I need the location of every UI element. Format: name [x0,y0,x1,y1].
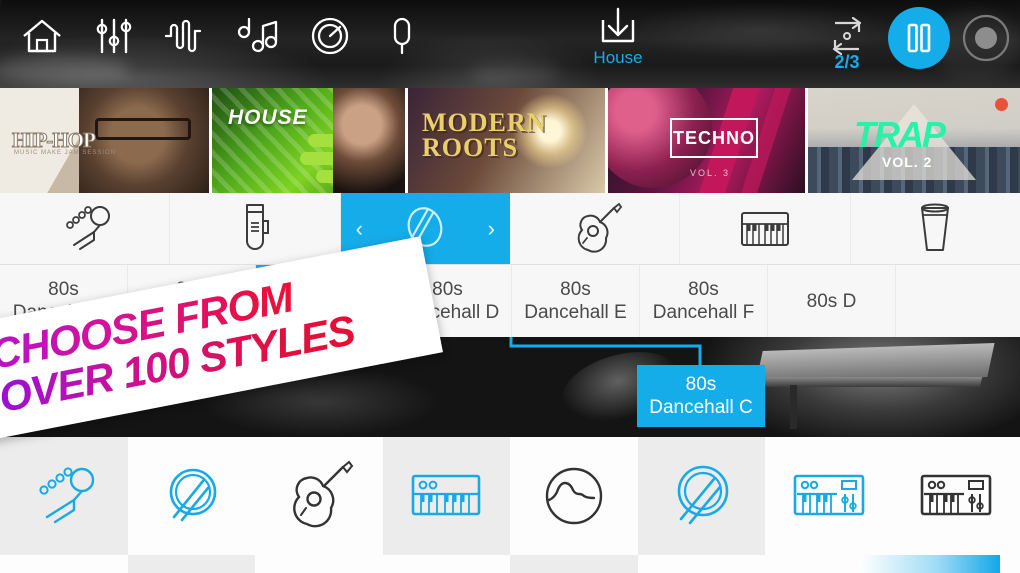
genre-card-title: TRAP [854,114,946,155]
grid-cell[interactable] [382,555,510,573]
style-line2: Dancehall E [524,302,627,323]
callout-line2: Dancehall C [649,397,753,418]
knob-dial-icon[interactable] [294,0,366,72]
conga-drum-icon [921,203,950,251]
pause-button[interactable] [888,7,950,69]
loop-button[interactable]: 2/3 [814,5,880,71]
style-line1: 80s [560,279,591,300]
waveform-icon[interactable] [150,0,222,72]
toolbar-smear [470,62,560,84]
loop-repeat-icon [832,17,862,55]
save-button[interactable]: House [580,4,656,68]
style-line1: 80s [432,279,463,300]
genre-card-volume: VOL. 2 [882,154,933,170]
grid-cell[interactable] [0,555,128,573]
instrument-tab-acoustic-guitar[interactable] [510,193,681,264]
microphone-icon[interactable] [366,0,438,72]
record-button[interactable] [958,10,1014,66]
scroll-indicator-gradient[interactable] [860,555,1000,573]
download-icon [601,7,635,43]
toolbar-nav-icons [6,0,438,72]
grid-cell-keyboard[interactable] [382,437,510,555]
bass-guitar-icon [65,205,110,250]
next-instrument-chevron-icon[interactable]: › [488,217,495,240]
genre-card-title: HOUSE [228,106,308,129]
style-item[interactable]: 80s Dancehall E [512,265,640,337]
keyboard-organ-icon [740,211,789,246]
home-icon[interactable] [6,0,78,72]
grid-cell-synth-faders[interactable] [765,437,893,555]
genre-card-techno[interactable]: TECHNO VOL. 3 [608,88,808,193]
genre-art [79,88,209,193]
genre-card-title: TECHNO [673,127,755,148]
genre-carousel[interactable]: HIP-HOP MUSIC MAKE JAM SESSION HOUSE MOD… [0,88,1020,193]
synth-faders-icon [920,474,992,516]
synth-faders-icon [793,474,865,516]
tuba-brass-icon [245,203,269,250]
icon-grid-row [0,437,1020,555]
style-item-partial[interactable]: 80s D [768,265,896,337]
instrument-tab-keyboard-organ[interactable] [680,193,851,264]
callout-line1: 80s [685,374,717,395]
loop-count-label: 2/3 [834,52,860,72]
new-badge-dot [995,98,1008,111]
instrument-icon-grid [0,437,1020,573]
toolbar-transport-controls: 2/3 [814,0,1014,76]
grid-cell[interactable] [255,555,383,573]
genre-card-trap[interactable]: TRAP VOL. 2 [808,88,1020,193]
genre-card-title-box: TECHNO [670,118,758,158]
grid-cell[interactable] [510,555,638,573]
grid-cell[interactable] [637,555,765,573]
mixer-faders-icon[interactable] [78,0,150,72]
pause-icon [907,23,931,53]
top-toolbar: House 2/3 [0,0,1020,88]
prev-instrument-chevron-icon[interactable]: ‹ [356,217,363,240]
genre-card-modern-roots[interactable]: MODERN ROOTS [408,88,608,193]
acoustic-guitar-icon [292,460,354,528]
acoustic-guitar-icon [577,202,622,253]
genre-card-volume: VOL. 3 [690,168,731,178]
style-line1: 80s [48,279,79,300]
waveform-circle-icon [545,467,602,525]
style-line2: Dancehall F [652,302,755,323]
genre-card-title: MODERN ROOTS [422,108,547,162]
grid-cell[interactable] [127,555,255,573]
cymbal-icon [169,468,217,522]
instrument-tab-tuba[interactable] [170,193,341,264]
grid-cell-bass-guitar[interactable] [0,437,128,555]
bass-guitar-icon [39,467,94,524]
grid-cell-waveform-circle[interactable] [510,437,638,555]
instrument-selector-row: ‹ › [0,193,1020,265]
style-callout: 80s Dancehall C [637,365,765,427]
grid-cell-synth-faders[interactable] [892,437,1020,555]
instrument-tab-bass-guitar[interactable] [0,193,171,264]
grid-cell-acoustic-guitar[interactable] [255,437,383,555]
genre-card-house[interactable]: HOUSE [212,88,408,193]
genre-art-detail [333,88,405,193]
genre-card-hiphop[interactable]: HIP-HOP MUSIC MAKE JAM SESSION [0,88,212,193]
app-root: House 2/3 HIP-HOP MUSIC MAKE JAM SESSION… [0,0,1020,573]
style-item[interactable]: 80s Dancehall F [640,265,768,337]
save-button-label: House [593,48,643,67]
grid-cell-cymbal[interactable] [637,437,765,555]
instrument-tab-conga-drum[interactable] [851,193,1020,264]
cymbal-icon [677,465,729,525]
genre-card-subtitle: MUSIC MAKE JAM SESSION [14,150,117,156]
genre-art-detail [95,118,191,140]
grid-cell-cymbal[interactable] [127,437,255,555]
music-notes-icon[interactable] [222,0,294,72]
record-icon [962,14,1010,62]
keyboard-icon [411,474,481,516]
style-line1: 80s [688,279,719,300]
